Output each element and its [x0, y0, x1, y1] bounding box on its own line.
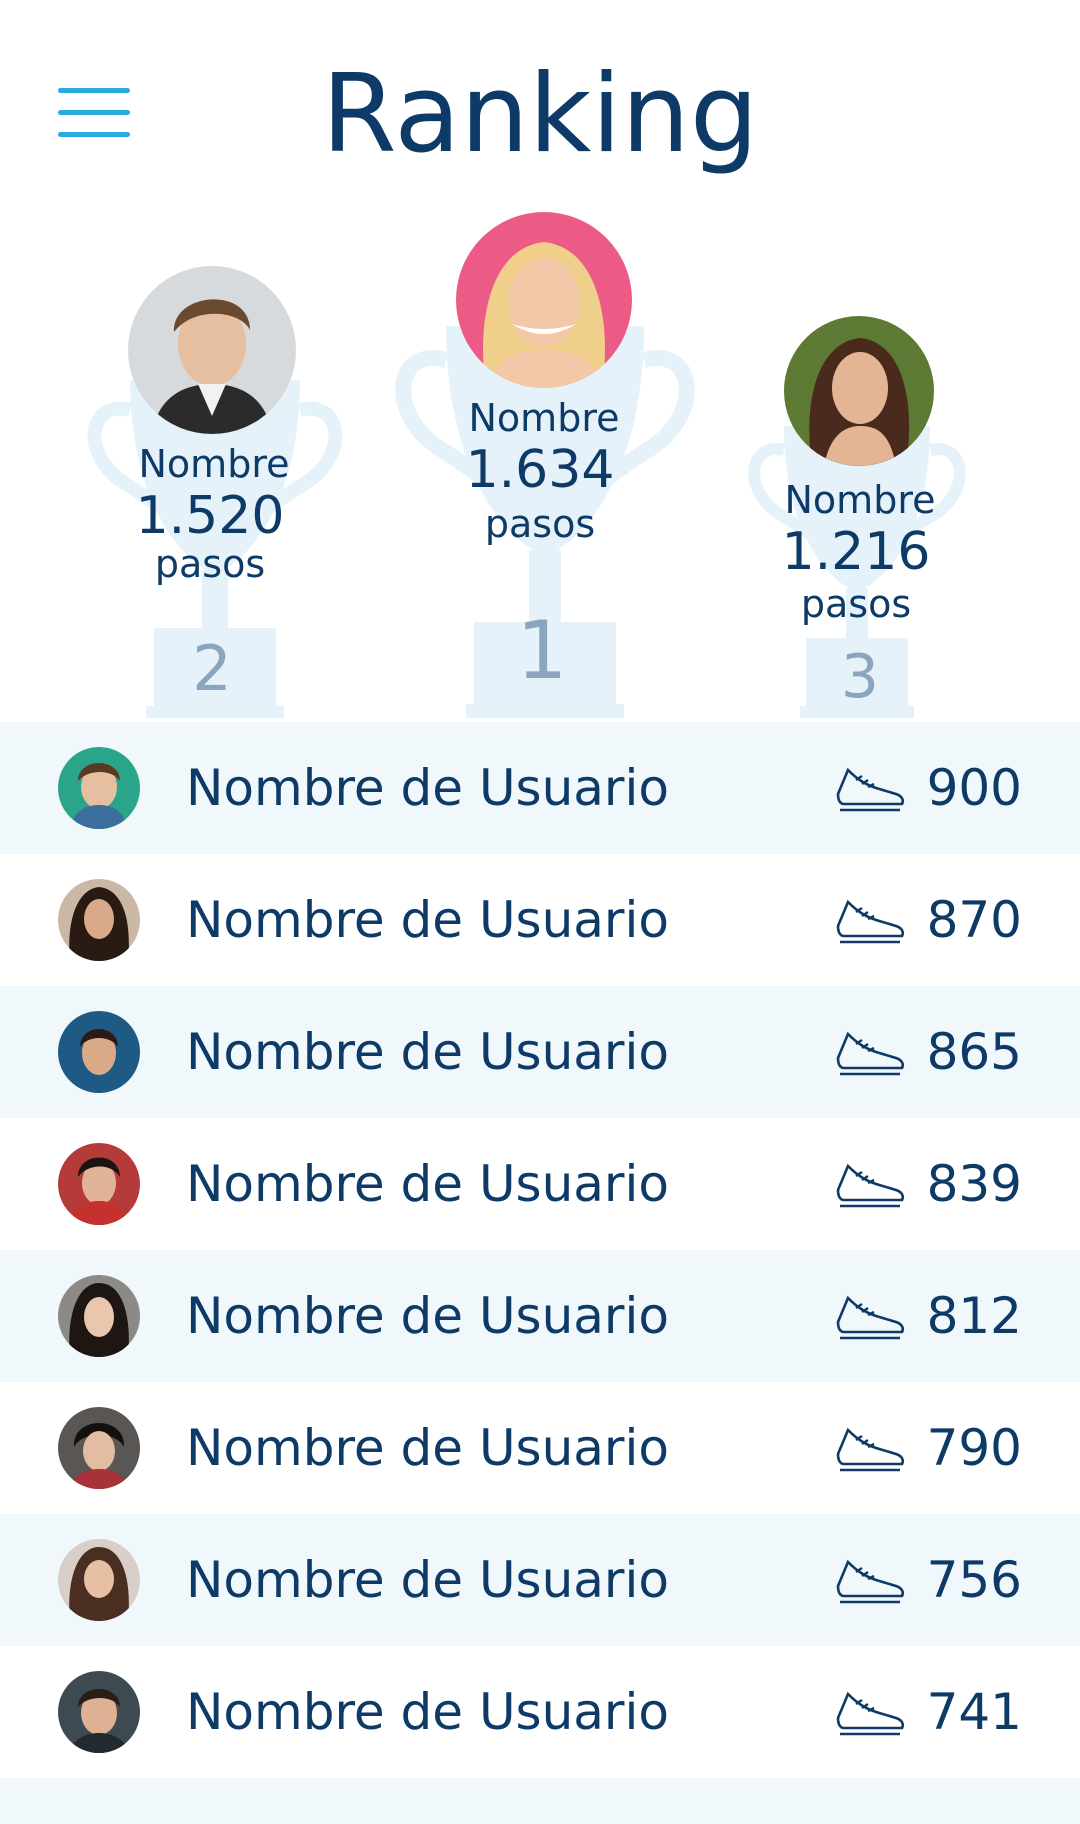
user-name: Nombre de Usuario: [186, 759, 669, 817]
avatar: [58, 747, 140, 829]
steps-value: 756: [926, 1551, 1022, 1609]
avatar[interactable]: [456, 212, 632, 388]
list-item[interactable]: Nombre de Usuario 812: [0, 1250, 1080, 1382]
user-name: Nombre de Usuario: [186, 1155, 669, 1213]
user-name: Nombre de Usuario: [186, 1551, 669, 1609]
steps-value: 870: [926, 891, 1022, 949]
podium-third-steps: 1.216: [781, 522, 931, 582]
podium-first-unit: pasos: [484, 502, 596, 546]
podium-third-unit: pasos: [800, 582, 912, 626]
list-item-partial: [0, 1778, 1080, 1824]
header: Ranking: [0, 0, 1080, 200]
podium-second-name: Nombre: [138, 442, 290, 486]
podium-second-rank: 2: [192, 632, 232, 705]
page-title: Ranking: [321, 52, 759, 177]
list-item[interactable]: Nombre de Usuario 865: [0, 986, 1080, 1118]
list-item[interactable]: Nombre de Usuario 756: [0, 1514, 1080, 1646]
ranking-list: Nombre de Usuario 900 Nombre de Usuario …: [0, 722, 1080, 1824]
user-name: Nombre de Usuario: [186, 1287, 669, 1345]
podium-third-rank: 3: [840, 642, 880, 712]
sneaker-icon: [836, 1163, 905, 1208]
steps-value: 839: [926, 1155, 1022, 1213]
podium-first-rank: 1: [516, 604, 568, 697]
user-name: Nombre de Usuario: [186, 1419, 669, 1477]
podium-first-steps: 1.634: [465, 440, 615, 500]
sneaker-icon: [836, 1427, 905, 1472]
steps-value: 812: [926, 1287, 1022, 1345]
steps-value: 900: [926, 759, 1022, 817]
avatar: [58, 1011, 140, 1093]
steps-value: 741: [926, 1683, 1022, 1741]
list-item[interactable]: Nombre de Usuario 790: [0, 1382, 1080, 1514]
sneaker-icon: [836, 767, 905, 812]
steps-value: 865: [926, 1023, 1022, 1081]
podium: Nombre 1.520 pasos 2 Nombre 1.634 pasos …: [0, 200, 1080, 720]
sneaker-icon: [836, 1031, 905, 1076]
avatar: [58, 1407, 140, 1489]
avatar: [58, 1539, 140, 1621]
avatar: [58, 879, 140, 961]
podium-second-steps: 1.520: [135, 486, 285, 546]
user-name: Nombre de Usuario: [186, 1023, 669, 1081]
avatar: [58, 1671, 140, 1753]
avatar[interactable]: [128, 266, 296, 434]
list-item[interactable]: Nombre de Usuario 741: [0, 1646, 1080, 1778]
user-name: Nombre de Usuario: [186, 1683, 669, 1741]
podium-third-name: Nombre: [784, 478, 936, 522]
list-item[interactable]: Nombre de Usuario 900: [0, 722, 1080, 854]
sneaker-icon: [836, 899, 905, 944]
avatar[interactable]: [784, 316, 934, 466]
podium-second-unit: pasos: [154, 542, 266, 586]
sneaker-icon: [836, 1691, 905, 1736]
avatar: [58, 1275, 140, 1357]
podium-first-name: Nombre: [468, 396, 620, 440]
avatar: [58, 1143, 140, 1225]
steps-value: 790: [926, 1419, 1022, 1477]
list-item[interactable]: Nombre de Usuario 839: [0, 1118, 1080, 1250]
list-item[interactable]: Nombre de Usuario 870: [0, 854, 1080, 986]
sneaker-icon: [836, 1559, 905, 1604]
sneaker-icon: [836, 1295, 905, 1340]
user-name: Nombre de Usuario: [186, 891, 669, 949]
